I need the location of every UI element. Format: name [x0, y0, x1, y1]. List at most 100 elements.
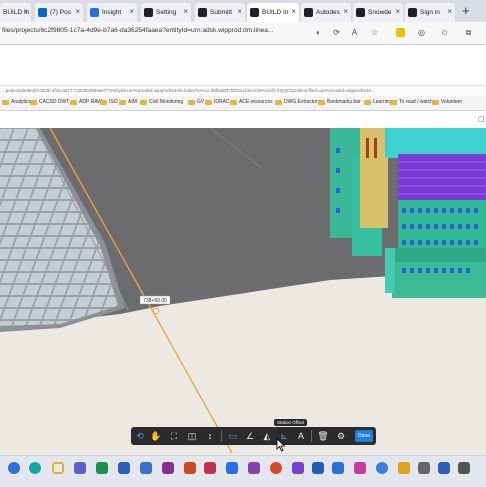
- camera-icon[interactable]: [292, 462, 304, 474]
- folder-icon: [188, 99, 195, 105]
- folder-icon: [30, 99, 37, 105]
- tab-snowdesk[interactable]: Snowde ×: [353, 3, 403, 22]
- new-tab-button[interactable]: +: [462, 3, 470, 19]
- folder-icon: [140, 99, 147, 105]
- settings-icon[interactable]: ⚙: [335, 430, 347, 442]
- onedrive-icon[interactable]: [204, 462, 216, 474]
- address-bar[interactable]: files/projects/6c2f9805-1c7a-4d9e-b7a6-d…: [0, 22, 486, 45]
- word3-icon[interactable]: [438, 462, 450, 474]
- tab-label: Setting: [156, 9, 177, 16]
- done-button[interactable]: Done: [355, 430, 373, 442]
- bookmark-item[interactable]: Volunteer: [432, 99, 462, 105]
- insight-icon: [90, 8, 99, 17]
- measure-angle-icon[interactable]: ∠: [244, 430, 256, 442]
- bookmark-item[interactable]: Learning: [364, 99, 392, 105]
- outlook2-icon[interactable]: [312, 462, 324, 474]
- bookmark-item[interactable]: Analytics: [2, 99, 31, 105]
- walk-icon[interactable]: ↕: [204, 430, 216, 442]
- tab-label: Insight: [102, 9, 122, 16]
- close-icon[interactable]: ×: [447, 7, 452, 16]
- excel-icon[interactable]: [96, 462, 108, 474]
- incognito-icon[interactable]: ◐: [314, 28, 323, 37]
- bookmark-item[interactable]: Bookmarks bar: [318, 99, 361, 105]
- copilot-icon[interactable]: ◎: [417, 28, 426, 37]
- close-icon[interactable]: ×: [291, 7, 296, 16]
- tab-sign-in[interactable]: Sign in ×: [405, 3, 455, 22]
- bookmark-item[interactable]: Civil Monitoring: [140, 99, 183, 105]
- viewer-header: ▢: [0, 111, 486, 128]
- outlook-icon[interactable]: [226, 462, 238, 474]
- close-icon[interactable]: ×: [129, 7, 134, 16]
- autodesk-icon: [408, 8, 417, 17]
- word-icon[interactable]: [118, 462, 130, 474]
- wall-icon[interactable]: [332, 462, 344, 474]
- chrome-icon[interactable]: [52, 462, 64, 474]
- close-icon[interactable]: ×: [395, 7, 400, 16]
- favorite-icon[interactable]: ☆: [370, 28, 379, 37]
- powerpoint-icon[interactable]: [184, 462, 196, 474]
- tab-label: Snowde: [368, 9, 392, 16]
- edge-icon[interactable]: [29, 462, 41, 474]
- windows-icon[interactable]: [8, 462, 20, 474]
- windows-taskbar: [0, 455, 486, 487]
- calc-icon[interactable]: [418, 462, 430, 474]
- delete-icon[interactable]: 🗑: [317, 430, 329, 442]
- comment-icon[interactable]: ▢: [478, 115, 485, 123]
- refresh-icon[interactable]: ⟳: [332, 28, 341, 37]
- vs-icon[interactable]: [248, 462, 260, 474]
- bookmark-item[interactable]: GV: [188, 99, 204, 105]
- close-icon[interactable]: ×: [343, 7, 348, 16]
- edge2-icon[interactable]: [376, 462, 388, 474]
- sticky-icon[interactable]: [398, 462, 410, 474]
- bookmark-item[interactable]: AIM: [119, 99, 137, 105]
- chrome2-icon[interactable]: [270, 462, 282, 474]
- tab-settings[interactable]: Setting ×: [141, 3, 191, 22]
- 3d-scene[interactable]: 738+50.00: [0, 128, 486, 453]
- tab-label: Sign in: [420, 9, 440, 16]
- autodesk-icon: [356, 8, 365, 17]
- bookmark-item[interactable]: ACE resources: [230, 99, 273, 105]
- url-text[interactable]: files/projects/6c2f9805-1c7a-4d9e-b7a6-d…: [2, 27, 273, 34]
- measure-slope-icon[interactable]: ◭: [261, 430, 273, 442]
- measure-distance-icon[interactable]: ▭: [227, 430, 239, 442]
- fit-view-icon[interactable]: ⛶: [168, 430, 180, 442]
- read-aloud-icon[interactable]: A: [350, 28, 359, 37]
- close-icon[interactable]: ×: [183, 7, 188, 16]
- bookmark-item[interactable]: To read / watch: [390, 99, 433, 105]
- bookmark-item[interactable]: ISO: [100, 99, 118, 105]
- snip-icon[interactable]: [458, 462, 470, 474]
- close-icon[interactable]: ×: [23, 7, 28, 16]
- onenote-icon[interactable]: [162, 462, 174, 474]
- teams-icon[interactable]: [74, 462, 86, 474]
- favorites-bar-icon[interactable]: ✩: [440, 28, 449, 37]
- section-box-icon[interactable]: ◫: [186, 430, 198, 442]
- orbit-icon[interactable]: ⟲: [134, 430, 146, 442]
- tab-build-active[interactable]: BUILD In ×: [247, 3, 299, 22]
- close-icon[interactable]: ×: [237, 7, 242, 16]
- word2-icon[interactable]: [140, 462, 152, 474]
- bookmark-item[interactable]: DWG Extractor: [275, 99, 318, 105]
- bookmark-item[interactable]: CACSD DWT: [30, 99, 69, 105]
- powerpoint2-icon[interactable]: [354, 462, 366, 474]
- folder-icon: [432, 99, 439, 105]
- autodesk-icon: [198, 8, 207, 17]
- autodesk-icon: [144, 8, 153, 17]
- tab-linkedin[interactable]: (7) Pos ×: [35, 3, 83, 22]
- tab-label: Submitt: [210, 9, 233, 16]
- pan-icon[interactable]: ✋: [150, 430, 162, 442]
- tab-insight[interactable]: Insight ×: [87, 3, 137, 22]
- tab-build-1[interactable]: BUILD In ×: [0, 3, 31, 22]
- extension-icon[interactable]: [396, 28, 405, 37]
- bookmark-item[interactable]: ADP RAW: [70, 99, 102, 105]
- tab-autodesk[interactable]: Autodes ×: [301, 3, 351, 22]
- collections-icon[interactable]: ⧉: [464, 28, 473, 37]
- folder-icon: [2, 99, 9, 105]
- tab-submittals[interactable]: Submitt ×: [195, 3, 245, 22]
- close-icon[interactable]: ×: [75, 7, 80, 16]
- 3d-viewport[interactable]: 738+50.00: [0, 128, 486, 453]
- bookmark-item[interactable]: IDRAC: [205, 99, 230, 105]
- folder-icon: [205, 99, 212, 105]
- measure-point[interactable]: [152, 307, 160, 315]
- inner-url-text: ...projects/6ebe2f4-b53b-4f15-a617-7320d…: [0, 86, 486, 96]
- text-markup-icon[interactable]: A: [295, 430, 307, 442]
